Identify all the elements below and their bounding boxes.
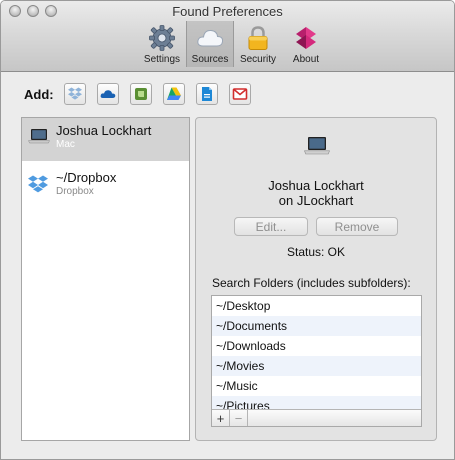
dropbox-icon — [67, 87, 82, 100]
add-box-button[interactable] — [195, 83, 218, 105]
source-type: Dropbox — [56, 186, 94, 197]
edit-button[interactable]: Edit... — [234, 217, 308, 236]
source-item-dropbox[interactable]: ~/Dropbox Dropbox — [22, 165, 189, 208]
source-name: Joshua Lockhart — [56, 123, 152, 138]
search-folders-label: Search Folders (includes subfolders): — [212, 276, 411, 290]
lock-icon — [248, 26, 268, 50]
tab-sources-label: Sources — [191, 54, 229, 65]
gear-icon — [149, 25, 175, 51]
source-item-mac[interactable]: Joshua Lockhart Mac — [22, 118, 189, 161]
owner-host: on JLockhart — [278, 193, 354, 208]
source-owner: Joshua Lockhart on JLockhart — [196, 178, 436, 208]
dropbox-icon — [28, 175, 48, 193]
cloud-icon — [197, 29, 224, 47]
search-folders-list[interactable]: ~/Desktop ~/Documents ~/Downloads ~/Movi… — [211, 295, 422, 427]
gmail-icon — [232, 88, 247, 100]
tab-settings[interactable]: Settings — [138, 21, 186, 67]
folder-list-toolbar: + − — [212, 409, 421, 426]
source-detail-panel: Joshua Lockhart on JLockhart Edit... Rem… — [195, 117, 437, 441]
tab-security[interactable]: Security — [234, 21, 282, 67]
add-gmail-button[interactable] — [228, 83, 251, 105]
titlebar: Found Preferences Settings Sources Secur… — [1, 1, 454, 72]
source-list[interactable]: Joshua Lockhart Mac ~/Dropbox Dropbox — [21, 117, 190, 441]
window-title: Found Preferences — [172, 4, 283, 19]
owner-name: Joshua Lockhart — [268, 178, 364, 193]
add-source-row: Add: — [24, 83, 262, 105]
remove-button[interactable]: Remove — [316, 217, 398, 236]
folder-item[interactable]: ~/Documents — [212, 316, 421, 336]
tab-settings-label: Settings — [143, 54, 181, 65]
toolbar-tabs: Settings Sources Security About — [138, 21, 330, 67]
evernote-icon — [134, 88, 147, 100]
tab-about[interactable]: About — [282, 21, 330, 67]
google-drive-icon — [166, 87, 181, 100]
add-dropbox-button[interactable] — [63, 83, 86, 105]
preferences-window: Found Preferences Settings Sources Secur… — [0, 0, 455, 460]
detail-buttons: Edit... Remove — [196, 217, 436, 236]
remove-folder-button[interactable]: − — [230, 410, 248, 426]
source-type: Mac — [56, 139, 75, 150]
folder-item[interactable]: ~/Music — [212, 376, 421, 396]
folder-item[interactable]: ~/Downloads — [212, 336, 421, 356]
add-folder-button[interactable]: + — [212, 410, 230, 426]
box-icon — [201, 87, 212, 101]
folder-item[interactable]: ~/Movies — [212, 356, 421, 376]
status-text: Status: OK — [286, 245, 346, 259]
found-logo-icon — [296, 27, 316, 49]
folder-item[interactable]: ~/Desktop — [212, 296, 421, 316]
laptop-icon — [304, 137, 330, 155]
onedrive-icon — [100, 90, 115, 98]
add-evernote-button[interactable] — [129, 83, 152, 105]
laptop-icon — [28, 129, 50, 144]
add-onedrive-button[interactable] — [96, 83, 119, 105]
add-label: Add: — [24, 86, 54, 102]
source-name: ~/Dropbox — [56, 170, 117, 185]
tab-about-label: About — [292, 54, 320, 65]
tab-sources[interactable]: Sources — [186, 21, 234, 67]
tab-security-label: Security — [239, 54, 277, 65]
add-google-drive-button[interactable] — [162, 83, 185, 105]
